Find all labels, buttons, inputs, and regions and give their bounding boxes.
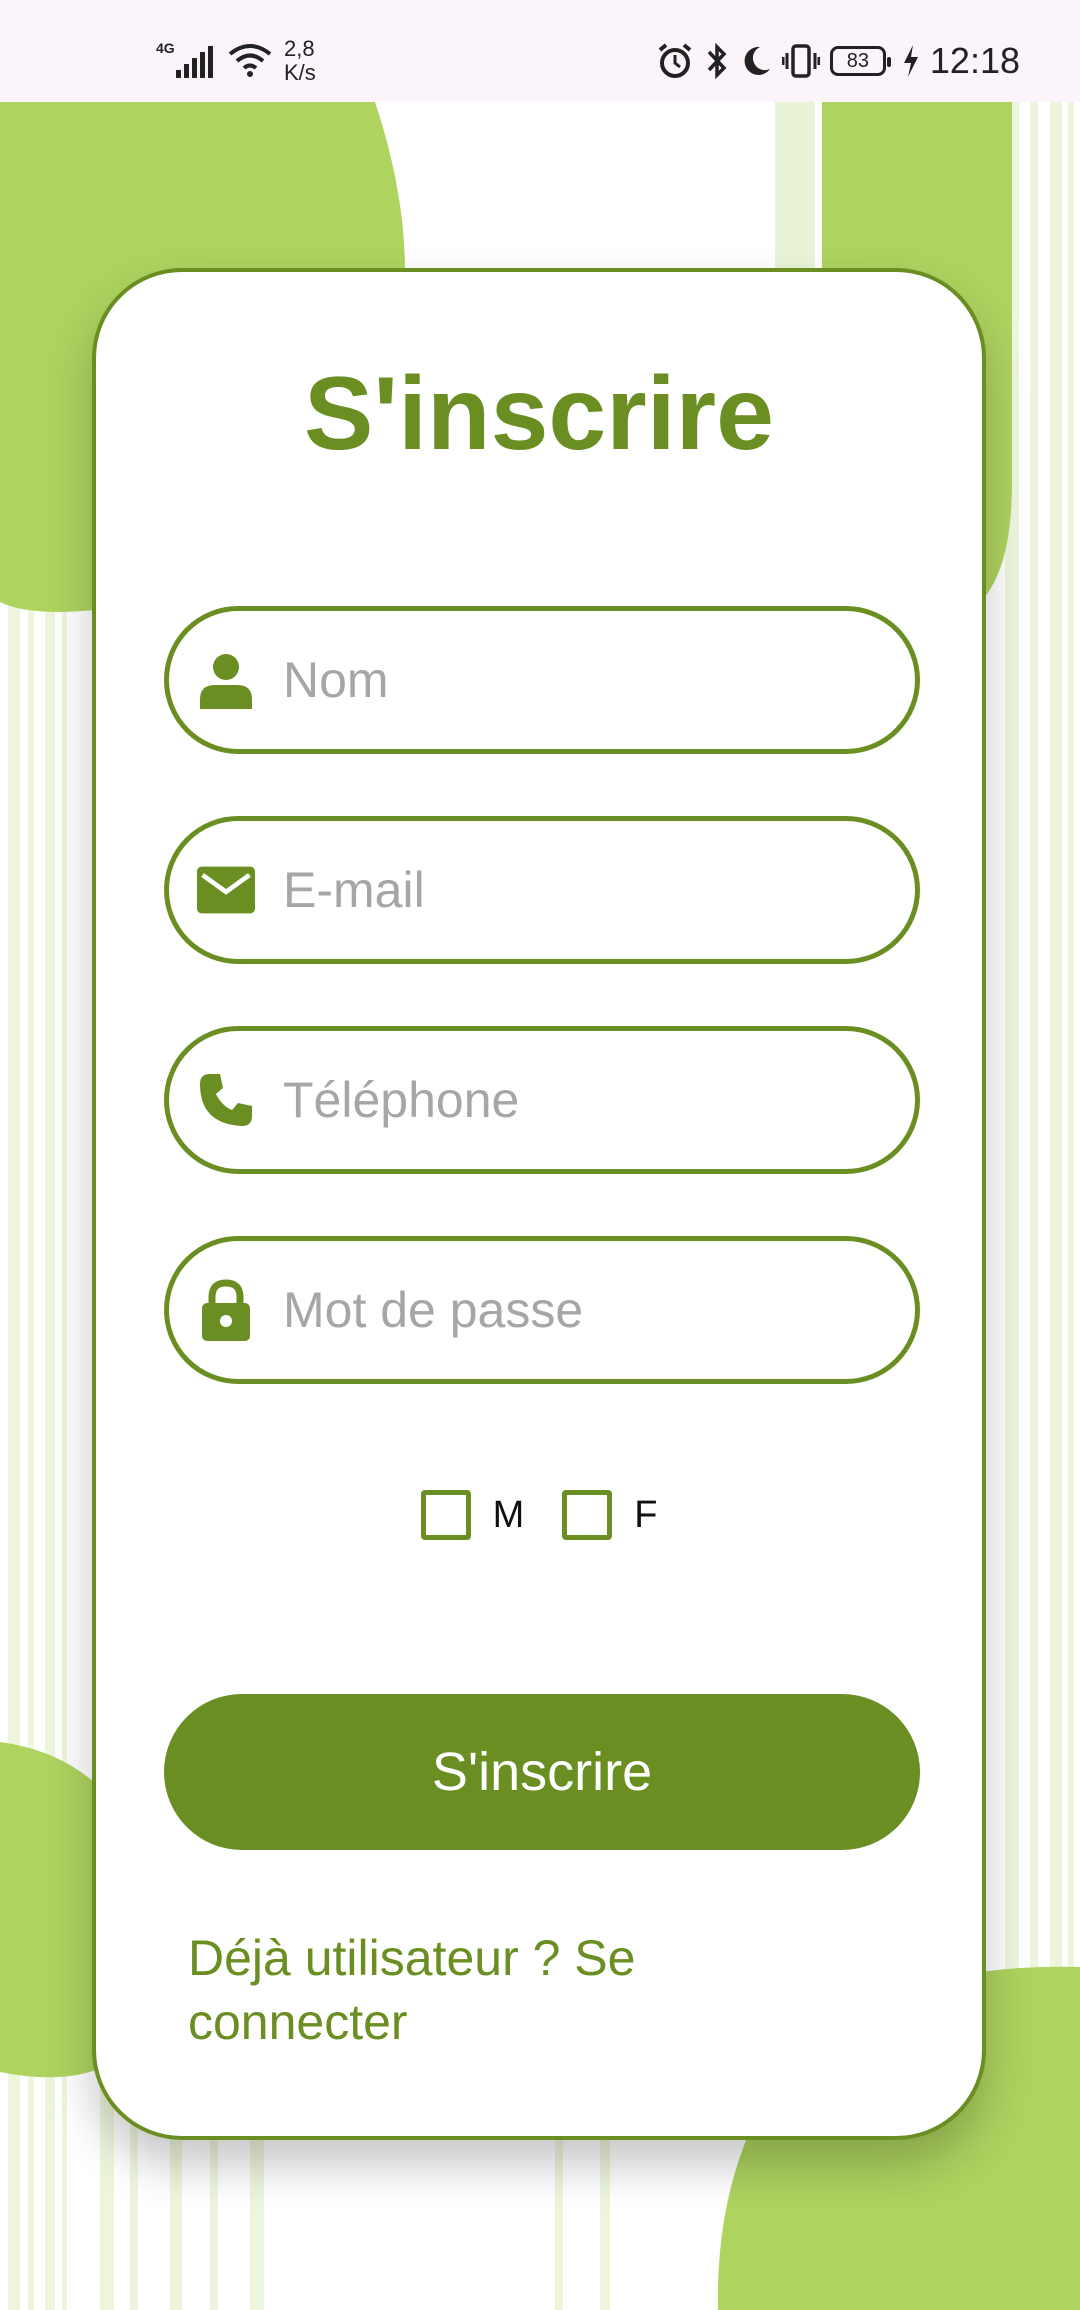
mail-icon: [197, 861, 255, 919]
phone-icon: [197, 1071, 255, 1129]
checkbox-f[interactable]: [562, 1490, 613, 1540]
charging-icon: [902, 44, 920, 78]
lock-icon: [197, 1279, 255, 1341]
checkbox-m[interactable]: [420, 1490, 471, 1540]
moon-icon: [740, 44, 772, 78]
email-field-container[interactable]: [164, 816, 920, 964]
battery-level: 83: [846, 49, 870, 72]
network-speed-value: 2,8: [284, 36, 315, 61]
phone-input[interactable]: [283, 1071, 883, 1129]
bluetooth-icon: [704, 42, 730, 80]
gender-option-m[interactable]: M: [420, 1490, 525, 1540]
gender-label-f: F: [634, 1493, 658, 1536]
person-icon: [197, 651, 255, 709]
password-input[interactable]: [283, 1281, 883, 1339]
status-bar: 4G 2,8 K/s 83 12:18: [0, 0, 1080, 102]
login-link[interactable]: Déjà utilisateur ? Se connecter: [188, 1926, 748, 2054]
name-field-container[interactable]: [164, 606, 920, 754]
page-title: S'inscrire: [304, 356, 774, 472]
alarm-icon: [656, 42, 694, 80]
signal-icon: 4G: [156, 40, 216, 78]
status-left-group: 4G 2,8 K/s: [156, 36, 316, 86]
network-speed-unit: K/s: [284, 60, 316, 85]
gender-selector: M F: [96, 1490, 982, 1540]
vibrate-icon: [781, 43, 820, 79]
wifi-icon: [228, 44, 272, 78]
signup-card: S'inscrire Nom E-mail Téléphone M F S'in…: [92, 268, 986, 2140]
phone-field-container[interactable]: [164, 1026, 920, 1174]
signup-button[interactable]: S'inscrire: [164, 1694, 920, 1850]
email-input[interactable]: [283, 861, 883, 919]
gender-option-f[interactable]: F: [562, 1490, 657, 1540]
gender-label-m: M: [492, 1493, 525, 1536]
network-speed: 2,8 K/s: [284, 37, 316, 85]
name-input[interactable]: [283, 651, 883, 709]
password-field-container[interactable]: [164, 1236, 920, 1384]
status-clock: 12:18: [929, 40, 1020, 81]
status-right-group: 83 12:18: [656, 36, 1020, 86]
battery-icon: 83: [829, 46, 891, 76]
